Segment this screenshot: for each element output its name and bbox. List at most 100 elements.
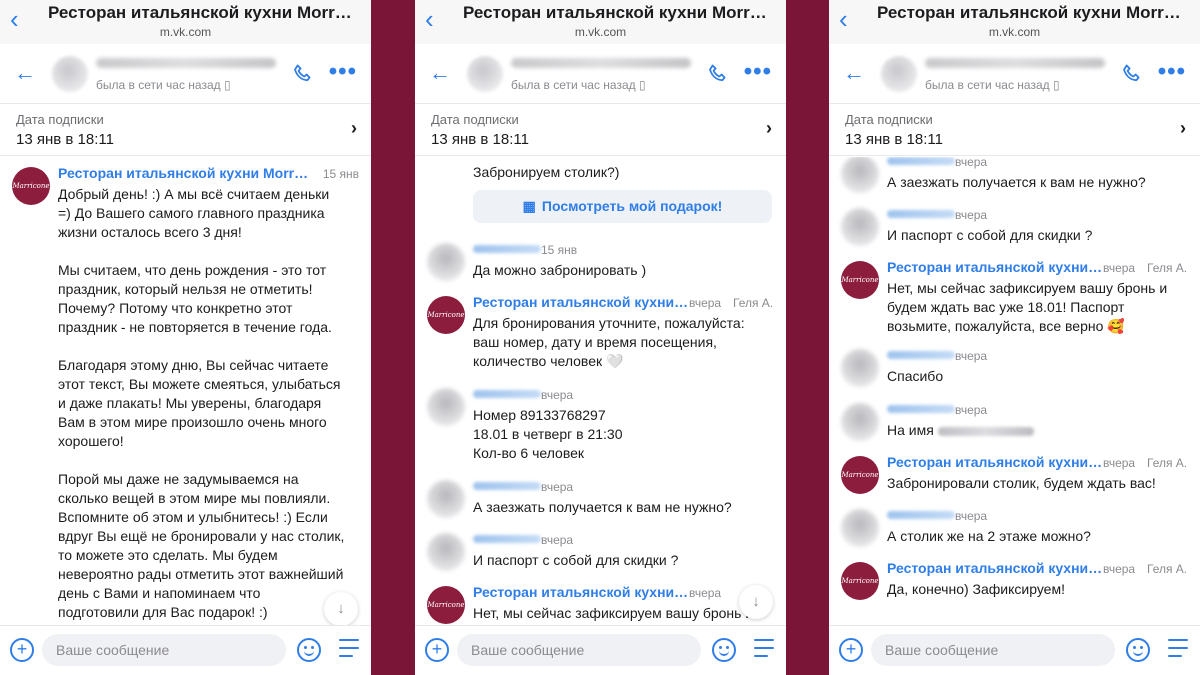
view-gift-button[interactable]: ▦ Посмотреть мой подарок! — [473, 190, 772, 223]
contact-name-redacted — [96, 58, 276, 68]
user-avatar[interactable] — [841, 208, 879, 246]
restaurant-avatar[interactable]: Marricone — [841, 261, 879, 299]
emoji-icon[interactable] — [297, 638, 321, 662]
message-composer: + Ваше сообщение — [829, 625, 1200, 675]
scroll-down-button[interactable]: ↓ — [324, 592, 358, 626]
user-avatar[interactable] — [841, 349, 879, 387]
message-author[interactable]: Ресторан итальянской кухни… — [473, 584, 688, 600]
grid-icon: ▦ — [522, 198, 536, 214]
message-text: Для бронирования уточните, пожалуйста: в… — [473, 315, 745, 369]
message-author[interactable]: Ресторан итальянской кухни… — [887, 259, 1102, 275]
message-text: Забронируем столик?) — [473, 164, 620, 180]
user-name-redacted — [473, 535, 541, 543]
more-icon[interactable]: ••• — [329, 58, 357, 86]
message-sender: Геля А. — [1147, 261, 1188, 275]
user-avatar[interactable] — [841, 509, 879, 547]
user-avatar[interactable] — [427, 480, 465, 518]
avatar[interactable] — [467, 56, 503, 92]
chat-screen-1: ‹ Ресторан итальянской кухни Morr… m.vk.… — [0, 0, 371, 675]
user-avatar[interactable] — [841, 403, 879, 441]
scroll-down-button[interactable]: ↓ — [739, 585, 773, 619]
subscription-label: Дата подписки — [431, 112, 519, 127]
message-text: Нет, мы сейчас зафиксируем вашу бронь и … — [887, 280, 1168, 334]
chat-screen-2: ‹ Ресторан итальянской кухни Morr… m.vk.… — [415, 0, 786, 675]
subscription-label: Дата подписки — [845, 112, 933, 127]
phone-icon[interactable] — [1120, 62, 1144, 86]
message-feed: вчера А заезжать получается к вам не нуж… — [829, 157, 1200, 625]
message-input[interactable]: Ваше сообщение — [42, 634, 286, 666]
chat-header: ← была в сети час назад ▯ ••• — [0, 44, 371, 104]
more-icon[interactable]: ••• — [744, 58, 772, 86]
attach-plus-icon[interactable]: + — [425, 638, 449, 662]
message-time: вчера — [689, 586, 722, 600]
subscription-date-row[interactable]: Дата подписки 13 янв в 18:11 › — [829, 104, 1200, 156]
emoji-icon[interactable] — [1126, 638, 1150, 662]
restaurant-avatar[interactable]: Marricone — [841, 562, 879, 600]
message: Забронируем столик?) ▦ Посмотреть мой под… — [415, 157, 786, 227]
message-time: вчера — [1103, 456, 1136, 470]
restaurant-avatar[interactable]: Marricone — [427, 586, 465, 624]
message-time: вчера — [955, 208, 988, 222]
view-gift-label: Посмотреть мой подарок! — [541, 198, 723, 214]
avatar[interactable] — [881, 56, 917, 92]
site-url: m.vk.com — [159, 25, 212, 39]
site-url: m.vk.com — [988, 25, 1041, 39]
message-time: вчера — [1103, 261, 1136, 275]
message-feed: Забронируем столик?) ▦ Посмотреть мой под… — [415, 157, 786, 625]
avatar[interactable] — [52, 56, 88, 92]
attach-plus-icon[interactable]: + — [839, 638, 863, 662]
chevron-right-icon: › — [351, 118, 357, 138]
user-avatar[interactable] — [427, 533, 465, 571]
message-text: Нет, мы сейчас зафиксируем вашу бронь и … — [473, 605, 753, 625]
message-text: А заезжать получается к вам не нужно? — [473, 499, 732, 515]
message-text: Забронировали столик, будем ждать вас! — [887, 475, 1156, 491]
message-time: вчера — [541, 388, 574, 402]
restaurant-avatar[interactable]: Marricone — [841, 456, 879, 494]
last-seen-status: была в сети час назад ▯ — [511, 78, 646, 92]
user-name-redacted — [887, 351, 955, 359]
subscription-date: 13 янв в 18:11 — [431, 131, 529, 148]
user-name-redacted — [887, 210, 955, 218]
message: вчера А заезжать получается к вам не нуж… — [829, 157, 1200, 201]
menu-icon[interactable] — [754, 639, 774, 659]
message: вчера А заезжать получается к вам не нуж… — [415, 474, 786, 524]
subscription-date-row[interactable]: Дата подписки 13 янв в 18:11 › — [0, 104, 371, 156]
site-url: m.vk.com — [574, 25, 627, 39]
message-time: 15 янв — [541, 243, 578, 257]
restaurant-avatar[interactable]: Marricone — [12, 167, 50, 205]
restaurant-avatar[interactable]: Marricone — [427, 296, 465, 334]
user-name-redacted — [887, 157, 955, 165]
back-arrow-icon[interactable]: ← — [14, 60, 36, 86]
emoji-icon[interactable] — [712, 638, 736, 662]
back-arrow-icon[interactable]: ← — [843, 60, 865, 86]
page-title: Ресторан итальянской кухни Morr… — [463, 3, 767, 22]
user-avatar[interactable] — [427, 388, 465, 426]
phone-icon[interactable] — [706, 62, 730, 86]
contact-name-redacted — [925, 58, 1105, 68]
browser-bar: ‹ Ресторан итальянской кухни Morr… m.vk.… — [0, 0, 371, 44]
back-arrow-icon[interactable]: ← — [429, 60, 451, 86]
message: вчера На имя — [829, 397, 1200, 449]
menu-icon[interactable] — [1168, 639, 1188, 659]
last-seen-status: была в сети час назад ▯ — [96, 78, 231, 92]
user-avatar[interactable] — [427, 243, 465, 281]
message: 15 янв Да можно забронировать ) — [415, 237, 786, 287]
phone-icon[interactable] — [291, 62, 315, 86]
message-time: вчера — [955, 157, 988, 169]
menu-icon[interactable] — [339, 639, 359, 659]
subscription-date-row[interactable]: Дата подписки 13 янв в 18:11 › — [415, 104, 786, 156]
more-icon[interactable]: ••• — [1158, 58, 1186, 86]
message-input[interactable]: Ваше сообщение — [457, 634, 701, 666]
user-avatar[interactable] — [841, 157, 879, 193]
attach-plus-icon[interactable]: + — [10, 638, 34, 662]
message-text: Спасибо — [887, 368, 944, 384]
subscription-label: Дата подписки — [16, 112, 104, 127]
message-text: Номер 89133768297 18.01 в четверг в 21:3… — [473, 407, 623, 461]
message-author[interactable]: Ресторан итальянской кухни… — [887, 454, 1102, 470]
message-input[interactable]: Ваше сообщение — [871, 634, 1115, 666]
message-time: вчера — [955, 349, 988, 363]
message-author[interactable]: Ресторан итальянской кухни… — [887, 560, 1102, 576]
message: вчера А столик же на 2 этаже можно? — [829, 503, 1200, 555]
message-author[interactable]: Ресторан итальянской кухни Morr… — [58, 165, 308, 181]
message-author[interactable]: Ресторан итальянской кухни… — [473, 294, 688, 310]
